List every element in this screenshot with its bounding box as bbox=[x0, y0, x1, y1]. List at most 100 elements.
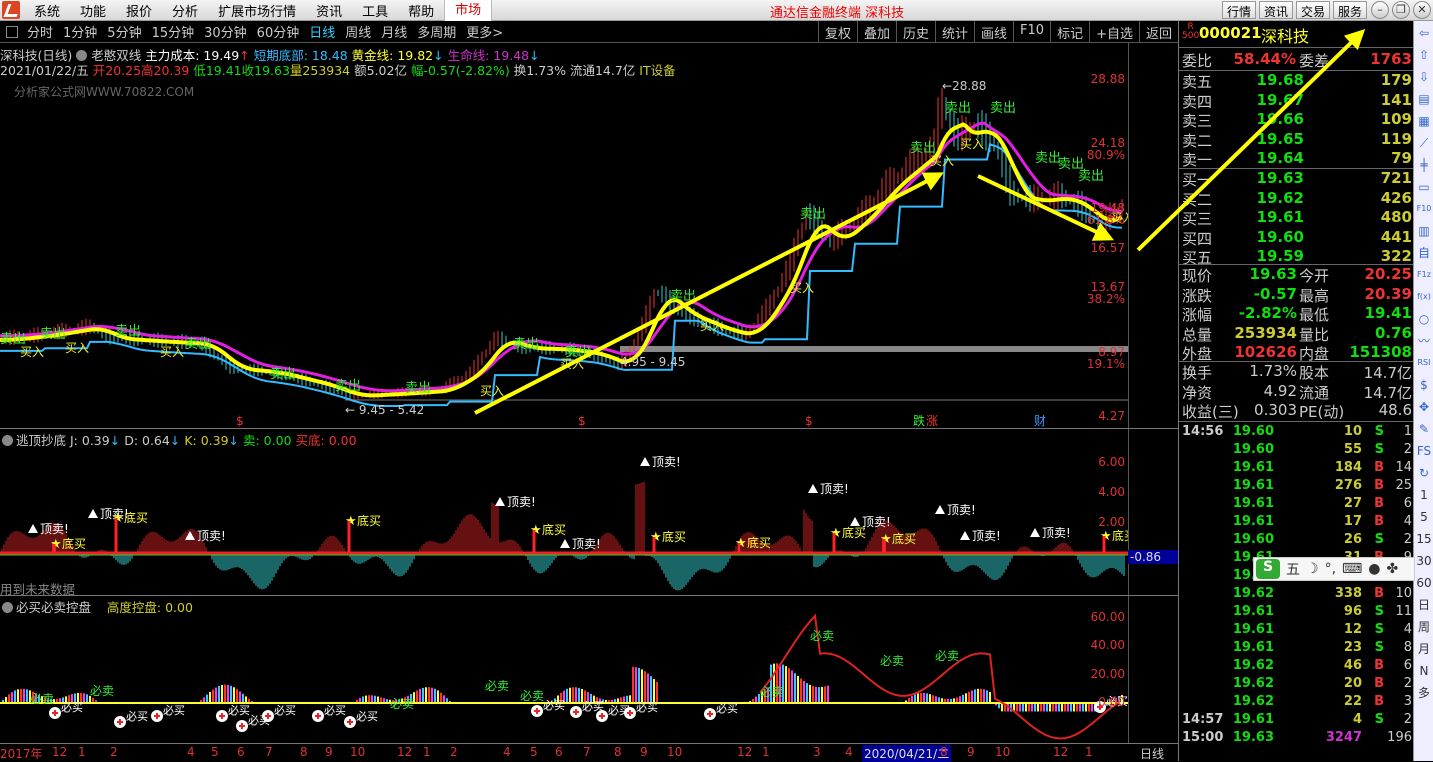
bid-price: 19.62 bbox=[1256, 188, 1304, 207]
side-period-7[interactable]: 月 bbox=[1415, 639, 1433, 659]
time-label: 10 bbox=[995, 745, 1011, 759]
toolbar-icon-2[interactable]: ⇩ bbox=[1415, 67, 1433, 87]
bid-label: 买三 bbox=[1182, 210, 1213, 228]
tick-price: 19.61 bbox=[1232, 712, 1274, 727]
tick-volume: 338 bbox=[1334, 586, 1362, 601]
time-label: 9 bbox=[640, 745, 648, 759]
indicator2-header: 必买必卖控盘 高度控盘: 0.00 bbox=[0, 597, 193, 616]
sell-signal: 卖出 bbox=[800, 207, 826, 222]
side-period-4[interactable]: 60 bbox=[1415, 573, 1433, 593]
toolbar-icon-0[interactable]: ⇦ bbox=[1415, 23, 1433, 43]
time-label: 12 bbox=[737, 745, 753, 759]
trade-button[interactable]: 交易 bbox=[1295, 1, 1330, 19]
indicator1-dropdown-icon[interactable] bbox=[2, 435, 13, 446]
sell-signal: 卖出 bbox=[1078, 169, 1104, 184]
tick-price: 19.61 bbox=[1232, 478, 1274, 493]
top-sell-marker bbox=[88, 509, 98, 518]
tick-price: 19.60 bbox=[1232, 442, 1274, 457]
toolbar-icon-19[interactable]: FS bbox=[1415, 441, 1433, 461]
toolbar-icon-8[interactable]: F10 bbox=[1415, 199, 1433, 219]
tick-side: B bbox=[1374, 586, 1384, 601]
toolbar-icon-11[interactable]: F1z bbox=[1415, 265, 1433, 285]
ime-toolbar[interactable]: S 五 ☽ °, ⌨ ● ✤ bbox=[1253, 557, 1415, 581]
d-value: D: 0.64 bbox=[124, 433, 170, 448]
side-period-9[interactable]: 多 bbox=[1415, 683, 1433, 703]
grid-icon[interactable]: ✤ bbox=[1386, 561, 1398, 577]
tick-time: 14:57 bbox=[1182, 712, 1224, 727]
side-period-8[interactable]: N bbox=[1415, 661, 1433, 681]
ime-logo[interactable]: S bbox=[1256, 559, 1280, 579]
buy-bottom-value: 买底: 0.00 bbox=[295, 433, 357, 448]
fin-label: PE(动) bbox=[1299, 403, 1345, 421]
side-period-1[interactable]: 5 bbox=[1415, 507, 1433, 527]
toolbar-icon-20[interactable]: ↻ bbox=[1415, 463, 1433, 483]
toolbar-icon-1[interactable]: ⇧ bbox=[1415, 45, 1433, 65]
side-period-0[interactable]: 1 bbox=[1415, 485, 1433, 505]
bid-volume: 441 bbox=[1380, 227, 1412, 246]
toolbar-icon-7[interactable]: ▭ bbox=[1415, 177, 1433, 197]
side-period-5[interactable]: 日 bbox=[1415, 595, 1433, 615]
time-label: 10 bbox=[350, 745, 366, 759]
indicator2-dropdown-icon[interactable] bbox=[2, 602, 13, 613]
tick-row: 15:00 19.63 3247 196 bbox=[1179, 730, 1414, 748]
star-icon: ★ bbox=[50, 537, 62, 552]
tick-row: 19.61 23 S 8 bbox=[1179, 640, 1414, 658]
bid-volume: 721 bbox=[1380, 169, 1412, 187]
indicator2-name[interactable]: 必买必卖控盘 bbox=[16, 600, 91, 615]
minimize-icon[interactable]: – bbox=[1371, 1, 1389, 19]
toolbar-icon-9[interactable]: ▥ bbox=[1415, 221, 1433, 241]
ime-mode[interactable]: 五 bbox=[1286, 559, 1300, 579]
punctuation-icon[interactable]: °, bbox=[1325, 561, 1336, 577]
must-sell-label: 必卖 bbox=[90, 684, 114, 698]
panel-divider[interactable] bbox=[0, 595, 1178, 596]
toolbar-icon-6[interactable]: ╪ bbox=[1415, 155, 1433, 175]
bottom-buy-label: 底买 bbox=[542, 522, 566, 537]
sell-signal: 卖出 bbox=[270, 367, 296, 382]
sell-signal: 卖出 bbox=[405, 381, 431, 396]
quotes-button[interactable]: 行情 bbox=[1221, 1, 1256, 19]
fin-label: 股本 bbox=[1299, 364, 1330, 382]
bottom-buy-label: 底买 bbox=[357, 513, 381, 528]
time-label: 5 bbox=[211, 745, 219, 759]
toolbar-icon-4[interactable]: ▦ bbox=[1415, 111, 1433, 131]
kline-chart[interactable]: 卖出 卖出 卖出卖出卖出卖出 卖出卖出卖出卖出卖出卖出卖出 卖出卖出卖出卖出买入 买入 买入… bbox=[0, 0, 1128, 743]
moon-icon[interactable]: ☽ bbox=[1306, 561, 1319, 577]
star-icon: ★ bbox=[530, 523, 542, 538]
side-period-6[interactable]: 周 bbox=[1415, 617, 1433, 637]
toolbar-icon-12[interactable]: f(x) bbox=[1415, 287, 1433, 307]
tick-side: B bbox=[1374, 514, 1384, 529]
toolbar-icon-5[interactable]: ⟋ bbox=[1415, 133, 1433, 153]
service-button[interactable]: 服务 bbox=[1332, 1, 1367, 19]
tick-count: 1 bbox=[1403, 424, 1412, 439]
stat-row: 涨幅 -2.82% 最低 19.41 bbox=[1179, 304, 1414, 324]
tick-row: 19.61 184 B 14 bbox=[1179, 460, 1414, 478]
fin-row: 换手 1.73% 股本 14.7亿 bbox=[1179, 362, 1414, 382]
side-period-3[interactable]: 30 bbox=[1415, 551, 1433, 571]
side-period-2[interactable]: 15 bbox=[1415, 529, 1433, 549]
back-button[interactable]: 返回 bbox=[1138, 21, 1178, 43]
toolbar-icon-14[interactable]: 〰 bbox=[1415, 331, 1433, 351]
tick-count: 4 bbox=[1403, 514, 1412, 529]
restore-icon[interactable]: ❐ bbox=[1392, 1, 1410, 19]
tick-count: 25 bbox=[1395, 478, 1412, 493]
toolbar-icon-3[interactable]: ▤ bbox=[1415, 89, 1433, 109]
tick-count: 4 bbox=[1403, 622, 1412, 637]
close-icon[interactable]: ✕ bbox=[1413, 1, 1431, 19]
panel-divider[interactable] bbox=[0, 428, 1178, 429]
toolbar-icon-13[interactable]: ○ bbox=[1415, 309, 1433, 329]
fin-row: 净资 4.92 流通 14.7亿 bbox=[1179, 382, 1414, 402]
news-button[interactable]: 资讯 bbox=[1258, 1, 1293, 19]
keyboard-icon[interactable]: ⌨ bbox=[1342, 561, 1362, 577]
event-mark: 跌 bbox=[913, 413, 925, 428]
stat-row: 现价 19.63 今开 20.25 bbox=[1179, 265, 1414, 285]
user-icon[interactable]: ● bbox=[1368, 561, 1380, 577]
toolbar-icon-17[interactable]: ✥ bbox=[1415, 397, 1433, 417]
toolbar-icon-16[interactable]: $ bbox=[1415, 375, 1433, 395]
must-sell-label: 必卖 bbox=[520, 689, 544, 703]
toolbar-icon-15[interactable]: RSI bbox=[1415, 353, 1433, 373]
toolbar-icon-18[interactable]: ✎ bbox=[1415, 419, 1433, 439]
must-buy-label: 必买 bbox=[61, 701, 83, 714]
toolbar-icon-10[interactable]: 自 bbox=[1415, 243, 1433, 263]
ask-price: 19.68 bbox=[1256, 71, 1304, 89]
indicator1-name[interactable]: 逃顶抄底 bbox=[16, 433, 66, 448]
